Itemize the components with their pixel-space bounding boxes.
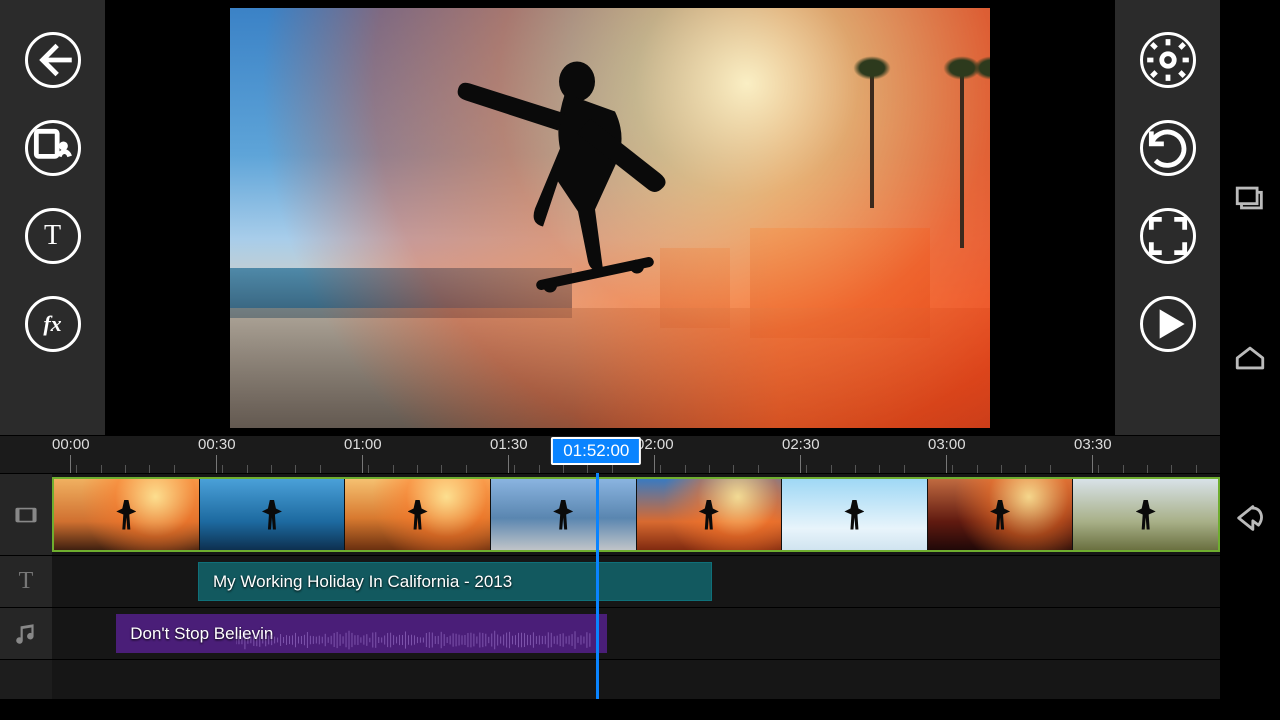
android-navbar — [1220, 0, 1280, 720]
tracks-container: T My Working Holiday In California - 201… — [0, 473, 1220, 699]
audio-track-head[interactable] — [0, 608, 52, 659]
playhead-line[interactable] — [596, 473, 599, 699]
title-track-head[interactable]: T — [0, 556, 52, 607]
title-track-body[interactable]: My Working Holiday In California - 2013 — [52, 556, 1220, 607]
undo-icon — [1143, 123, 1193, 173]
add-text-button[interactable]: T — [25, 208, 81, 264]
ruler-tick: 01:30 — [490, 436, 528, 473]
video-track-body[interactable] — [52, 474, 1220, 555]
video-clip-strip[interactable] — [52, 477, 1220, 552]
nav-home-button[interactable] — [1233, 341, 1267, 380]
video-thumb[interactable] — [928, 479, 1074, 550]
title-track: T My Working Holiday In California - 201… — [0, 555, 1220, 607]
text-track-icon: T — [19, 568, 34, 595]
waveform-icon — [236, 622, 596, 653]
fullscreen-icon — [1143, 211, 1193, 261]
audio-track-body[interactable]: Don't Stop Believin — [52, 608, 1220, 659]
empty-track-head — [0, 660, 52, 699]
video-thumb[interactable] — [345, 479, 491, 550]
nav-recent-button[interactable] — [1233, 181, 1267, 220]
media-library-button[interactable] — [25, 120, 81, 176]
ruler-tick: 03:00 — [928, 436, 966, 473]
home-icon — [1233, 341, 1267, 375]
preview-media — [230, 8, 990, 428]
fullscreen-button[interactable] — [1140, 208, 1196, 264]
video-track-head[interactable] — [0, 474, 52, 555]
title-clip-label: My Working Holiday In California - 2013 — [213, 572, 512, 592]
text-icon: T — [44, 220, 61, 252]
preview-row: T fx — [0, 0, 1220, 435]
video-thumb[interactable] — [491, 479, 637, 550]
toolbar-right — [1115, 0, 1220, 435]
back-arrow-icon — [1233, 501, 1267, 535]
skateboarder-silhouette — [415, 23, 745, 328]
video-editor-app: T fx — [0, 0, 1220, 720]
tracks: T My Working Holiday In California - 201… — [0, 473, 1220, 699]
title-clip[interactable]: My Working Holiday In California - 2013 — [198, 562, 712, 601]
video-track-icon — [13, 502, 39, 528]
ruler-tick: 02:00 — [636, 436, 674, 473]
fx-icon: fx — [43, 311, 61, 337]
video-thumb[interactable] — [637, 479, 783, 550]
toolbar-left: T fx — [0, 0, 105, 435]
music-note-icon — [13, 621, 39, 647]
undo-button[interactable] — [1140, 120, 1196, 176]
settings-button[interactable] — [1140, 32, 1196, 88]
video-thumb[interactable] — [782, 479, 928, 550]
play-icon — [1143, 299, 1193, 349]
back-button[interactable] — [25, 32, 81, 88]
timeline-ruler[interactable]: 00:00 00:30 01:00 01:30 02:00 02:30 03:00 03:30… — [0, 435, 1220, 473]
video-thumb[interactable] — [200, 479, 346, 550]
ruler-tick: 00:00 — [52, 436, 90, 473]
play-button[interactable] — [1140, 296, 1196, 352]
ruler-tick: 02:30 — [782, 436, 820, 473]
ruler-tick: 03:30 — [1074, 436, 1112, 473]
playhead-timecode[interactable]: 01:52:00 — [551, 437, 641, 465]
recent-apps-icon — [1233, 181, 1267, 215]
video-thumb[interactable] — [54, 479, 200, 550]
preview-panel[interactable] — [105, 0, 1115, 435]
audio-clip[interactable]: Don't Stop Believin — [116, 614, 607, 653]
effects-button[interactable]: fx — [25, 296, 81, 352]
video-thumb[interactable] — [1073, 479, 1218, 550]
gear-icon — [1143, 35, 1193, 85]
nav-back-button[interactable] — [1233, 501, 1267, 540]
empty-track — [0, 659, 1220, 699]
audio-track: Don't Stop Believin — [0, 607, 1220, 659]
video-track — [0, 473, 1220, 555]
ruler-tick: 01:00 — [344, 436, 382, 473]
ruler-tick: 00:30 — [198, 436, 236, 473]
